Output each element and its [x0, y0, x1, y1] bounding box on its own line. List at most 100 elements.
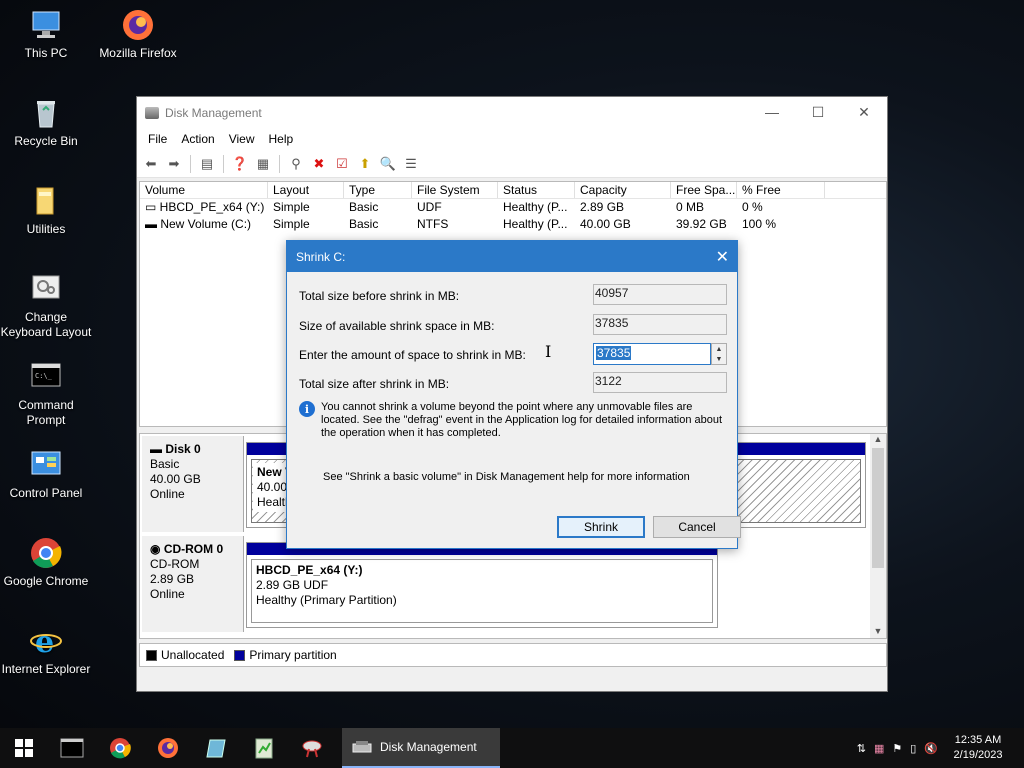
flag-icon[interactable]: ⚑: [892, 742, 902, 755]
color-icon[interactable]: ▦: [874, 742, 884, 755]
taskbar-firefox[interactable]: [144, 728, 192, 768]
disk-0-label[interactable]: ▬ Disk 0 Basic 40.00 GB Online: [142, 436, 244, 532]
drive-icon: ▬: [145, 217, 161, 231]
desktop-icon-utilities[interactable]: Utilities: [0, 184, 92, 237]
taskbar-command-prompt[interactable]: [48, 728, 96, 768]
desktop-icon-command-prompt[interactable]: C:\_ Command Prompt: [0, 360, 92, 428]
table-row[interactable]: ▬ New Volume (C:) Simple Basic NTFS Heal…: [140, 216, 886, 233]
primary-swatch: [234, 649, 246, 661]
check-icon[interactable]: ☑: [332, 154, 352, 174]
column-capacity[interactable]: Capacity: [575, 182, 671, 198]
volume-mute-icon[interactable]: 🔇: [924, 742, 938, 755]
clock-date: 2/19/2023: [953, 749, 1003, 761]
dialog-titlebar[interactable]: Shrink C: ✕: [287, 241, 737, 272]
available-label: Size of available shrink space in MB:: [299, 319, 495, 333]
chrome-icon: [110, 738, 131, 759]
list-icon[interactable]: ☰: [401, 154, 421, 174]
partition-hbcd[interactable]: HBCD_PE_x64 (Y:) 2.89 GB UDF Healthy (Pr…: [246, 542, 718, 628]
taskbar-app-1[interactable]: [192, 728, 240, 768]
amount-input[interactable]: 37835: [593, 343, 711, 365]
spin-up-icon[interactable]: ▲: [716, 346, 723, 353]
column-file-system[interactable]: File System: [412, 182, 498, 198]
minimize-button[interactable]: —: [749, 97, 795, 127]
dialog-close-icon[interactable]: ✕: [716, 247, 729, 267]
scrollbar-thumb[interactable]: [872, 448, 884, 568]
window-title: Disk Management: [165, 105, 262, 120]
layout-cell: Simple: [273, 200, 310, 214]
forward-icon[interactable]: ➡: [164, 154, 184, 174]
search-icon[interactable]: 🔍: [378, 154, 398, 174]
internet-explorer-icon: e: [29, 624, 63, 660]
desktop-icon-internet-explorer[interactable]: e Internet Explorer: [0, 624, 92, 677]
spin-down-icon[interactable]: ▼: [716, 356, 723, 363]
desktop-icon-firefox[interactable]: Mozilla Firefox: [92, 8, 184, 61]
help-text: See "Shrink a basic volume" in Disk Mana…: [323, 471, 690, 483]
desktop-icon-google-chrome[interactable]: Google Chrome: [0, 536, 92, 589]
menu-help[interactable]: Help: [262, 132, 301, 146]
menu-file[interactable]: File: [141, 132, 174, 146]
back-icon[interactable]: ⬅: [141, 154, 161, 174]
cdrom-0-label[interactable]: ◉ CD-ROM 0 CD-ROM 2.89 GB Online: [142, 536, 244, 632]
menu-view[interactable]: View: [222, 132, 262, 146]
shrink-button[interactable]: Shrink: [557, 516, 645, 538]
layout-cell: Simple: [273, 217, 310, 231]
help-icon[interactable]: ❓: [230, 154, 250, 174]
toolbar: ⬅ ➡ ▤ ❓ ▦ ⚲ ✖ ☑ ⬆ 🔍 ☰: [137, 150, 887, 178]
keyboard-settings-icon: [29, 272, 63, 306]
properties-icon[interactable]: ▦: [253, 154, 273, 174]
menu-action[interactable]: Action: [174, 132, 221, 146]
desktop-icon-label: Change Keyboard Layout: [0, 310, 92, 339]
show-hide-console-icon[interactable]: ▤: [197, 154, 217, 174]
column-free-space[interactable]: Free Spa...: [671, 182, 737, 198]
column-volume[interactable]: Volume: [140, 182, 268, 198]
taskbar-app-3[interactable]: [288, 728, 336, 768]
total-after-label: Total size after shrink in MB:: [299, 377, 450, 391]
taskbar-app-2[interactable]: [240, 728, 288, 768]
desktop-icon-label: Mozilla Firefox: [99, 46, 177, 60]
delete-icon[interactable]: ✖: [309, 154, 329, 174]
desktop-icon-label: Utilities: [26, 222, 66, 236]
desktop-icon-this-pc[interactable]: This PC: [0, 8, 92, 61]
amount-row: Enter the amount of space to shrink in M…: [299, 343, 727, 365]
firefox-icon: [158, 738, 178, 758]
scroll-down-icon[interactable]: ▼: [870, 626, 886, 636]
windows-icon: [15, 739, 33, 757]
import-icon[interactable]: ⬆: [355, 154, 375, 174]
desktop-icon-label: Command Prompt: [18, 398, 74, 427]
available-row: Size of available shrink space in MB: 37…: [299, 314, 727, 336]
usb-icon[interactable]: ▯: [910, 742, 916, 755]
desktop-icon-label: This PC: [24, 46, 68, 60]
cancel-button[interactable]: Cancel: [653, 516, 741, 538]
info-icon: i: [299, 401, 315, 417]
network-icon[interactable]: ⇅: [857, 742, 866, 755]
table-row[interactable]: ▭ HBCD_PE_x64 (Y:) Simple Basic UDF Heal…: [140, 199, 886, 216]
status-cell: Healthy (P...: [503, 217, 568, 231]
capacity-cell: 2.89 GB: [580, 200, 625, 214]
column-type[interactable]: Type: [344, 182, 412, 198]
taskbar-chrome[interactable]: [96, 728, 144, 768]
column-layout[interactable]: Layout: [268, 182, 344, 198]
desktop-icon-control-panel[interactable]: Control Panel: [0, 448, 92, 501]
start-button[interactable]: [0, 728, 48, 768]
available-value: 37835: [593, 314, 727, 335]
column-percent-free[interactable]: % Free: [737, 182, 825, 198]
amount-spinner[interactable]: ▲ ▼: [711, 343, 727, 365]
desktop-icon-label: Recycle Bin: [14, 134, 78, 148]
scroll-up-icon[interactable]: ▲: [870, 434, 886, 444]
volume-cell: ▭ HBCD_PE_x64 (Y:): [145, 200, 265, 214]
connect-icon[interactable]: ⚲: [286, 154, 306, 174]
percent-free-cell: 0 %: [742, 200, 763, 214]
amount-label: Enter the amount of space to shrink in M…: [299, 348, 526, 362]
total-after-value: 3122: [593, 372, 727, 393]
column-status[interactable]: Status: [498, 182, 575, 198]
desktop-icon-recycle-bin[interactable]: Recycle Bin: [0, 96, 92, 149]
maximize-button[interactable]: ☐: [795, 97, 841, 127]
taskbar-active-label: Disk Management: [380, 740, 477, 754]
chrome-icon: [29, 536, 63, 570]
clock[interactable]: 12:35 AM 2/19/2023: [946, 733, 1010, 763]
desktop-icon-change-keyboard-layout[interactable]: Change Keyboard Layout: [0, 272, 92, 340]
close-button[interactable]: ✕: [841, 97, 887, 127]
status-cell: Healthy (P...: [503, 200, 568, 214]
taskbar-disk-management[interactable]: Disk Management: [342, 728, 500, 768]
vertical-scrollbar[interactable]: ▲ ▼: [870, 434, 886, 638]
